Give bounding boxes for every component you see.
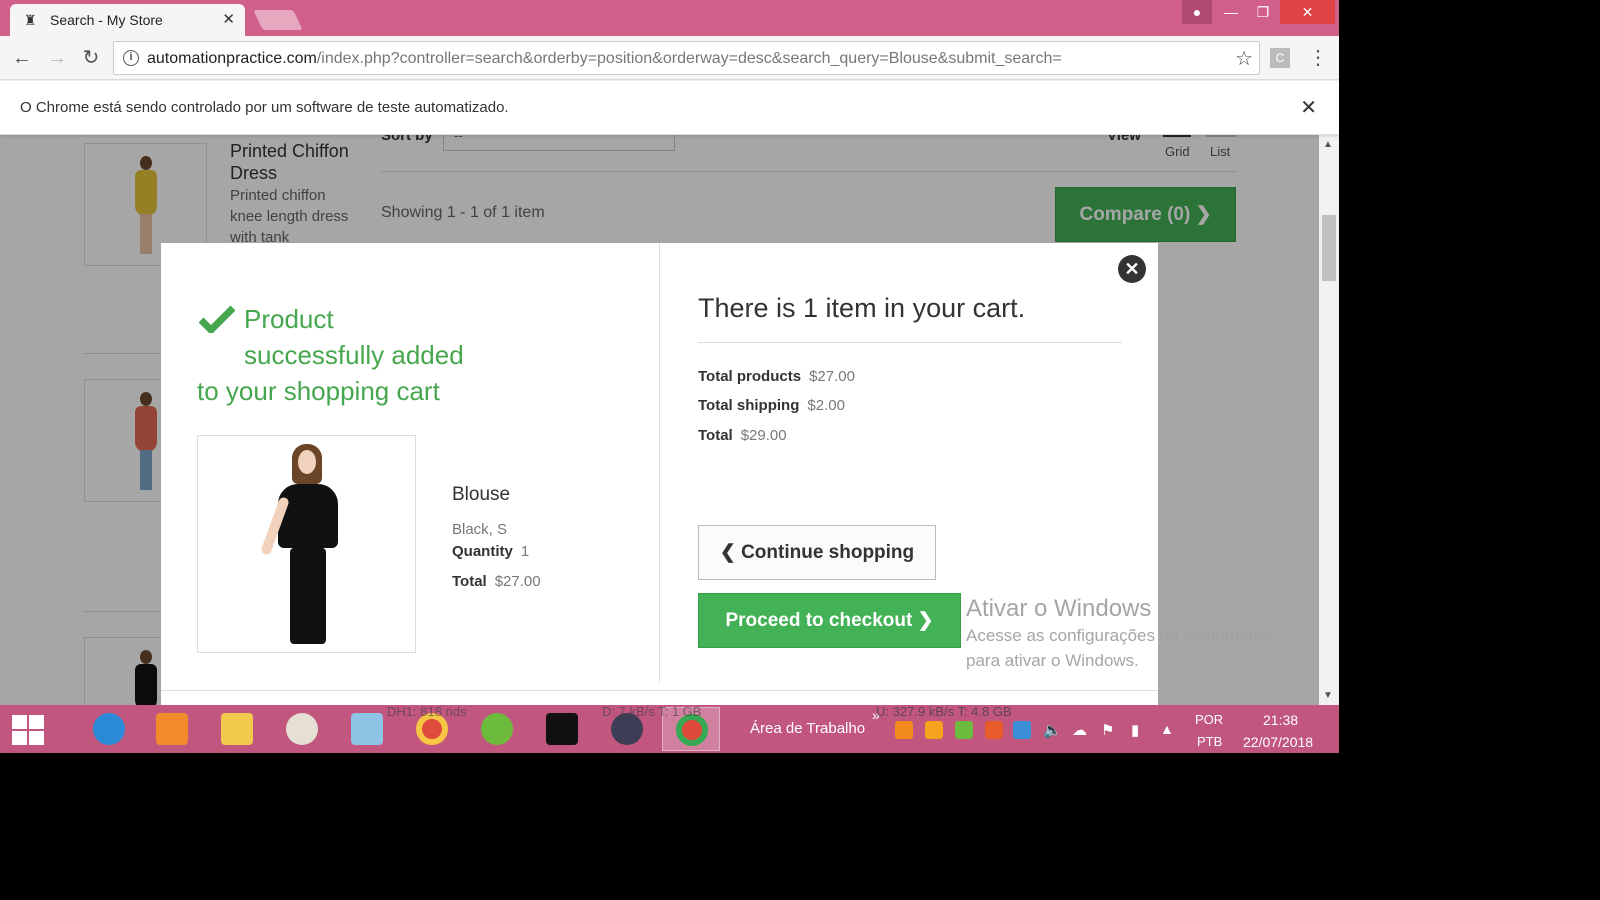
scroll-up-arrow-icon[interactable]: ▲ xyxy=(1323,139,1333,150)
cart-heading: There is 1 item in your cart. xyxy=(698,293,1026,323)
chevron-left-icon: ❮ xyxy=(719,542,736,563)
product-attributes: Black, S xyxy=(452,521,508,538)
infobar-close-icon[interactable]: ✕ xyxy=(1300,95,1317,120)
utorrent-icon[interactable] xyxy=(468,707,526,751)
new-tab-button[interactable] xyxy=(253,10,303,30)
store-favicon-icon: ♜ xyxy=(24,12,37,28)
tab-title: Search - My Store xyxy=(50,12,163,28)
scroll-down-arrow-icon[interactable]: ▼ xyxy=(1323,690,1333,701)
speed-stats: DH1: 818 nds xyxy=(387,704,467,719)
desktop-toolbar-label[interactable]: Área de Trabalho xyxy=(750,720,865,737)
product-image xyxy=(197,435,416,653)
menu-dots-icon[interactable]: ⋮ xyxy=(1308,45,1328,70)
divider xyxy=(698,342,1122,343)
forward-arrow-icon[interactable]: → xyxy=(45,46,69,70)
total-shipping-value: $2.00 xyxy=(807,397,845,414)
windows-start-icon[interactable] xyxy=(12,715,44,745)
paint-icon[interactable] xyxy=(273,707,331,751)
extension-icon[interactable]: C xyxy=(1270,48,1290,68)
minimize-button[interactable]: — xyxy=(1216,0,1246,24)
file-explorer-icon[interactable] xyxy=(208,707,266,751)
product-total-row: Total $27.00 xyxy=(452,573,541,590)
url-path: /index.php?controller=search&orderby=pos… xyxy=(316,50,1062,67)
clock-time[interactable]: 21:38 xyxy=(1263,712,1298,728)
browser-toolbar: ← → ↻ i automationpractice.com/index.php… xyxy=(0,36,1339,80)
scrollbar[interactable]: ▲ ▼ xyxy=(1319,135,1339,705)
automation-infobar: O Chrome está sendo controlado por um so… xyxy=(0,81,1339,135)
tray-icon[interactable] xyxy=(925,721,943,739)
utorrent-tray-icon[interactable] xyxy=(955,721,973,739)
watermark-title: Ativar o Windows xyxy=(966,595,1152,622)
signal-icon[interactable]: ▲ xyxy=(1160,721,1178,739)
total-shipping-label: Total shipping xyxy=(698,397,800,414)
profile-icon[interactable]: ● xyxy=(1182,0,1212,24)
windows-activation-watermark: Ativar o Windows Acesse as configurações… xyxy=(966,595,1296,673)
url-host: automationpractice.com xyxy=(147,50,317,67)
url-text[interactable]: automationpractice.com/index.php?control… xyxy=(147,50,1062,68)
grand-total-label: Total xyxy=(698,427,733,444)
proceed-to-checkout-button[interactable]: Proceed to checkout ❯ xyxy=(698,593,961,648)
quantity-label: Quantity xyxy=(452,543,513,560)
product-total-label: Total xyxy=(452,573,487,590)
internet-explorer-icon[interactable] xyxy=(80,707,138,751)
quantity-value: 1 xyxy=(520,543,530,560)
keyboard-layout-indicator[interactable]: PTB xyxy=(1197,734,1222,749)
watermark-subtitle: Acesse as configurações do computador pa… xyxy=(966,626,1274,670)
window-close-button[interactable]: ✕ xyxy=(1280,0,1335,24)
maximize-button[interactable]: ❐ xyxy=(1248,0,1278,24)
success-line-3: to your shopping cart xyxy=(197,376,440,406)
continue-label: Continue shopping xyxy=(741,542,915,563)
network-tray-icon[interactable] xyxy=(1013,721,1031,739)
checkout-label: Proceed to checkout xyxy=(725,610,913,631)
speed-stats: D: 7 kB/s T: 1 GB xyxy=(602,704,702,719)
grand-total-value: $29.00 xyxy=(740,427,787,444)
java-tray-icon[interactable] xyxy=(985,721,1003,739)
product-name: Blouse xyxy=(452,484,511,505)
quantity-row: Quantity 1 xyxy=(452,543,529,560)
tab-close-icon[interactable]: ✕ xyxy=(222,10,235,28)
language-indicator[interactable]: POR xyxy=(1195,712,1223,727)
cloud-icon[interactable]: ☁ xyxy=(1072,721,1090,739)
speed-stats: U: 327.9 kB/s T: 4.8 GB xyxy=(876,704,1012,719)
grand-total-row: Total $29.00 xyxy=(698,427,787,444)
modal-divider xyxy=(659,243,660,683)
flag-icon[interactable]: ⚑ xyxy=(1101,721,1119,739)
tray-icon[interactable] xyxy=(895,721,913,739)
blouse-model-image xyxy=(260,444,348,644)
address-bar[interactable]: i automationpractice.com/index.php?contr… xyxy=(113,41,1260,75)
product-total-value: $27.00 xyxy=(494,573,541,590)
success-line-2: successfully added xyxy=(244,340,464,370)
continue-shopping-button[interactable]: ❮ Continue shopping xyxy=(698,525,936,580)
media-player-icon[interactable] xyxy=(143,707,201,751)
success-message: Product successfully added to your shopp… xyxy=(197,301,497,409)
info-icon[interactable]: i xyxy=(123,50,139,66)
scroll-thumb[interactable] xyxy=(1322,215,1336,281)
back-arrow-icon[interactable]: ← xyxy=(10,46,34,70)
infobar-message: O Chrome está sendo controlado por um so… xyxy=(20,99,509,116)
total-products-value: $27.00 xyxy=(809,368,855,385)
command-prompt-icon[interactable] xyxy=(533,707,591,751)
bookmark-star-icon[interactable]: ☆ xyxy=(1235,46,1253,71)
windows-taskbar: Área de Trabalho » 🔈 ☁ ⚑ ▮ ▲ POR PTB 21:… xyxy=(0,704,1339,753)
modal-close-icon[interactable]: ✕ xyxy=(1118,255,1146,283)
chevron-right-icon: ❯ xyxy=(917,610,934,631)
screen: ♜ Search - My Store ✕ ● — ❐ ✕ ← → ↻ i au… xyxy=(0,0,1339,753)
clock-date[interactable]: 22/07/2018 xyxy=(1243,734,1313,750)
total-products-row: Total products $27.00 xyxy=(698,368,855,385)
total-shipping-row: Total shipping $2.00 xyxy=(698,397,845,414)
browser-tab[interactable]: ♜ Search - My Store ✕ xyxy=(10,4,245,36)
reload-icon[interactable]: ↻ xyxy=(79,46,103,70)
volume-icon[interactable]: 🔈 xyxy=(1043,721,1062,739)
success-line-1: Product xyxy=(244,304,334,334)
battery-icon[interactable]: ▮ xyxy=(1131,721,1149,739)
title-bar: ♜ Search - My Store ✕ ● — ❐ ✕ xyxy=(0,0,1339,36)
total-products-label: Total products xyxy=(698,368,802,385)
modal-bottom-line xyxy=(161,690,1158,691)
